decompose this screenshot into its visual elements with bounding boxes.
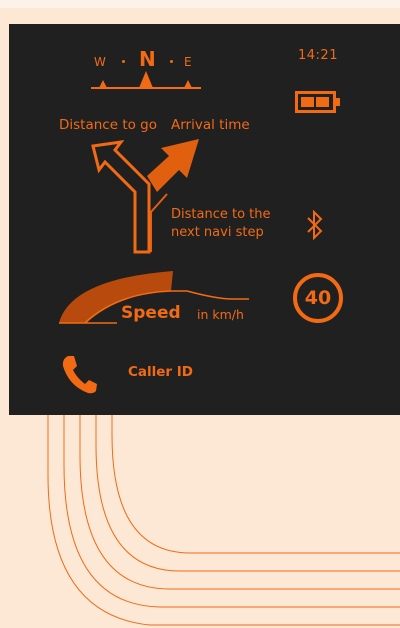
compass-west-label: W — [94, 55, 107, 69]
battery-icon — [295, 91, 340, 113]
decorative-road-lines — [47, 415, 400, 626]
speed-limit-value: 40 — [304, 287, 332, 309]
dashboard-screen: W N E 14:21 Distance to go Arrival time … — [9, 24, 400, 415]
caller-id-label: Caller ID — [128, 364, 194, 380]
speed-limit-sign: 40 — [293, 273, 343, 323]
clock: 14:21 — [298, 48, 338, 63]
top-strip — [0, 0, 400, 8]
battery-cell — [316, 97, 329, 107]
speed-label: Speed — [121, 303, 181, 323]
next-step-distance-label: Distance to the next navi step — [171, 207, 271, 240]
bluetooth-icon — [307, 209, 323, 241]
compass-dot — [170, 60, 173, 63]
distance-to-go-label: Distance to go — [59, 117, 157, 133]
speed-unit-label: in km/h — [197, 307, 244, 322]
compass-needle-icon — [91, 71, 201, 89]
battery-cell — [301, 97, 314, 107]
phone-icon[interactable] — [61, 354, 97, 394]
arrival-time-label: Arrival time — [171, 117, 250, 133]
compass-dot — [122, 60, 125, 63]
compass-east-label: E — [184, 55, 192, 69]
